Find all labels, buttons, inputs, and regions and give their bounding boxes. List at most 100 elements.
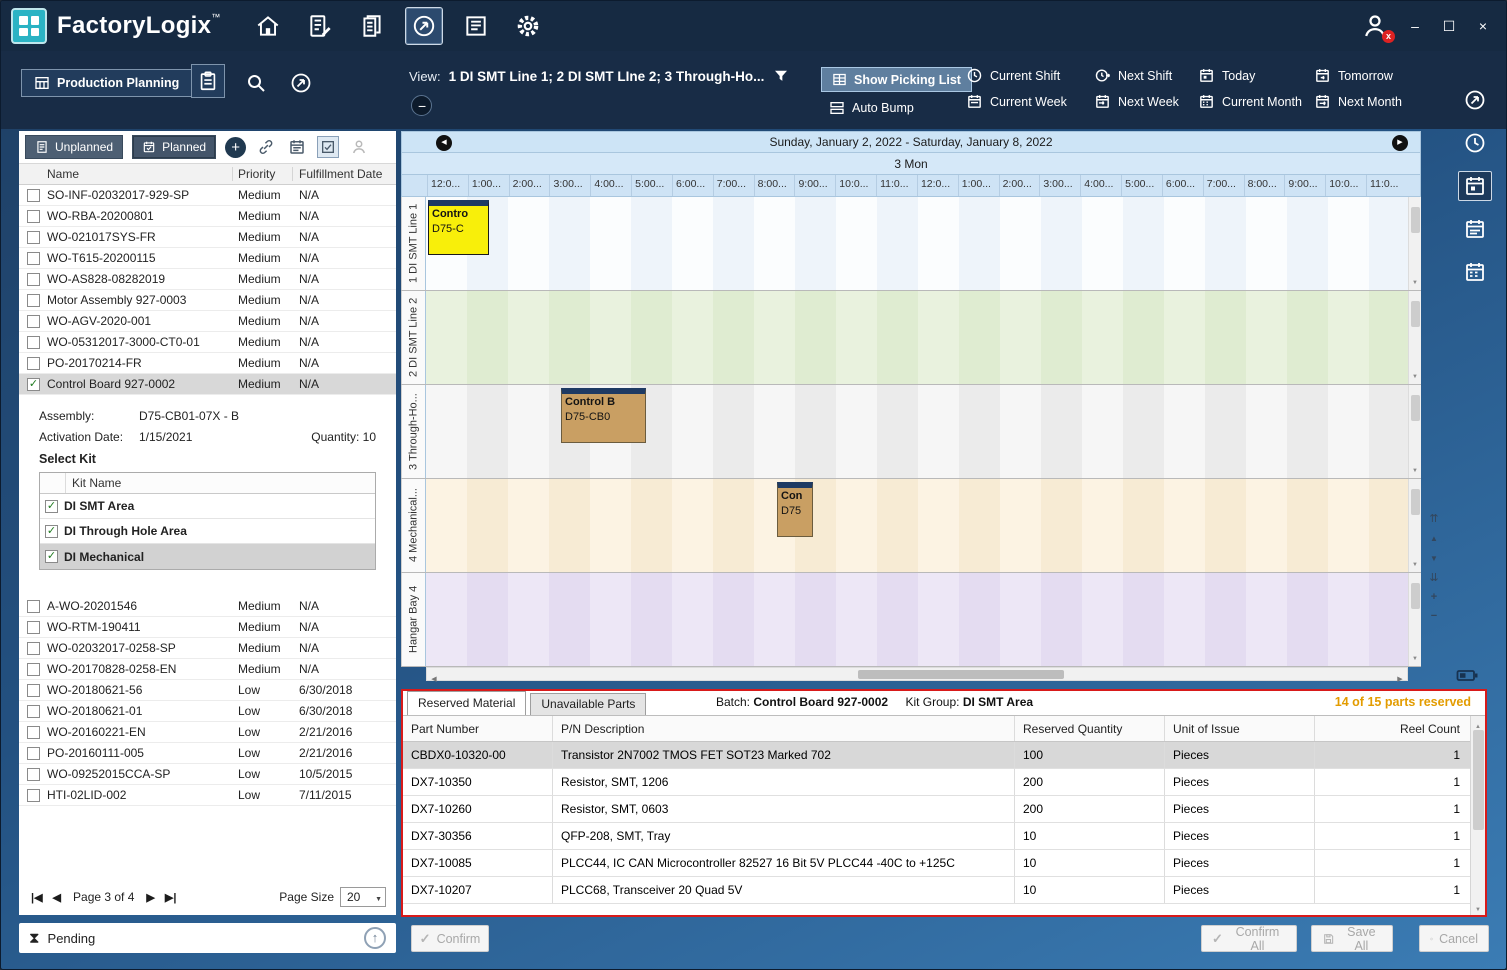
next-range-button[interactable]: ▶ xyxy=(1392,135,1408,151)
order-row[interactable]: WO-AS828-08282019MediumN/A xyxy=(19,269,396,290)
order-row[interactable]: WO-02032017-0258-SPMediumN/A xyxy=(19,638,396,659)
schedule-lane-smt1[interactable]: Contro D75-C xyxy=(426,197,1408,290)
order-checkbox[interactable] xyxy=(27,336,40,349)
page-size-select[interactable]: 20 xyxy=(340,887,386,907)
order-checkbox[interactable] xyxy=(27,621,40,634)
column-header-name[interactable]: Name xyxy=(19,167,233,181)
order-checkbox[interactable] xyxy=(27,357,40,370)
order-row[interactable]: WO-021017SYS-FRMediumN/A xyxy=(19,227,396,248)
save-all-button[interactable]: Save All xyxy=(1311,925,1393,952)
gantt-bar-selected[interactable]: Contro D75-C xyxy=(428,200,489,255)
column-header-part-number[interactable]: Part Number xyxy=(403,716,553,741)
order-checkbox[interactable] xyxy=(27,231,40,244)
order-checkbox[interactable] xyxy=(27,684,40,697)
order-row[interactable]: PO-20170214-FRMediumN/A xyxy=(19,353,396,374)
zoom-out-button[interactable]: − xyxy=(411,95,432,116)
locate-button[interactable] xyxy=(289,71,313,95)
scroll-thumb[interactable] xyxy=(858,670,1064,679)
order-row[interactable]: A-WO-20201546MediumN/A xyxy=(19,596,396,617)
scroll-down-icon[interactable] xyxy=(1471,900,1485,914)
navigator-nav-button[interactable] xyxy=(405,7,443,45)
assign-user-button[interactable] xyxy=(348,136,370,158)
scroll-thumb[interactable] xyxy=(1411,207,1420,233)
view-value[interactable]: 1 DI SMT Line 1; 2 DI SMT LIne 2; 3 Thro… xyxy=(449,69,765,84)
kit-checkbox-checked[interactable]: ✓ xyxy=(45,550,58,563)
lane-vertical-scrollbar[interactable] xyxy=(1408,197,1421,290)
scroll-up-icon[interactable] xyxy=(1471,717,1485,731)
kit-name-column-header[interactable]: Kit Name xyxy=(66,476,121,490)
scroll-down-icon[interactable] xyxy=(1409,271,1421,289)
production-planning-button[interactable]: Production Planning xyxy=(21,69,192,97)
order-row[interactable]: WO-RTM-190411MediumN/A xyxy=(19,617,396,638)
last-page-button[interactable]: ▶| xyxy=(163,891,179,904)
today-button[interactable]: Today xyxy=(1198,67,1314,84)
part-row[interactable]: DX7-10260 Resistor, SMT, 0603 200 Pieces… xyxy=(403,796,1470,823)
settings-nav-button[interactable] xyxy=(509,7,547,45)
user-account-button[interactable]: x xyxy=(1360,11,1390,41)
reports-nav-button[interactable] xyxy=(457,7,495,45)
confirm-all-button[interactable]: ✓ Confirm All xyxy=(1201,925,1297,952)
order-row[interactable]: PO-20160111-005Low2/21/2016 xyxy=(19,743,396,764)
scroll-thumb[interactable] xyxy=(1411,583,1420,609)
prev-range-button[interactable]: ◀ xyxy=(436,135,452,151)
week-view-button[interactable] xyxy=(1458,214,1492,244)
order-row[interactable]: WO-T615-20200115MediumN/A xyxy=(19,248,396,269)
close-button[interactable]: × xyxy=(1474,18,1492,34)
link-order-button[interactable] xyxy=(255,136,277,158)
order-row-selected[interactable]: ✓Control Board 927-0002MediumN/A xyxy=(19,374,396,395)
order-row[interactable]: WO-20180621-56Low6/30/2018 xyxy=(19,680,396,701)
goto-date-button[interactable] xyxy=(1458,85,1492,115)
order-checkbox[interactable] xyxy=(27,768,40,781)
order-checkbox[interactable] xyxy=(27,663,40,676)
kit-row[interactable]: ✓DI SMT Area xyxy=(40,494,375,519)
current-shift-button[interactable]: Current Shift xyxy=(966,67,1094,84)
order-row[interactable]: WO-AGV-2020-001MediumN/A xyxy=(19,311,396,332)
kit-checkbox-checked[interactable]: ✓ xyxy=(45,525,58,538)
order-checkbox-checked[interactable]: ✓ xyxy=(27,378,40,391)
confirm-button[interactable]: ✓ Confirm xyxy=(411,925,489,952)
scroll-up-icon[interactable] xyxy=(1430,532,1438,545)
tab-unplanned[interactable]: Unplanned xyxy=(25,135,123,159)
order-checkbox[interactable] xyxy=(27,252,40,265)
column-header-unit-of-issue[interactable]: Unit of Issue xyxy=(1165,716,1315,741)
documents-nav-button[interactable] xyxy=(353,7,391,45)
scroll-thumb[interactable] xyxy=(1411,395,1420,421)
order-checkbox[interactable] xyxy=(27,210,40,223)
cancel-button[interactable]: Cancel xyxy=(1419,925,1489,952)
column-header-description[interactable]: P/N Description xyxy=(553,716,1015,741)
tab-unavailable-parts[interactable]: Unavailable Parts xyxy=(530,693,646,715)
gantt-bar[interactable]: Con D75 xyxy=(777,482,813,537)
order-row[interactable]: WO-20180621-01Low6/30/2018 xyxy=(19,701,396,722)
current-week-button[interactable]: Current Week xyxy=(966,93,1094,110)
select-kit-button[interactable] xyxy=(317,136,339,158)
scroll-down-icon[interactable] xyxy=(1409,553,1421,571)
lane-vertical-scrollbar[interactable] xyxy=(1408,573,1421,666)
month-view-button[interactable] xyxy=(1458,257,1492,287)
tomorrow-button[interactable]: Tomorrow xyxy=(1314,67,1432,84)
auto-bump-button[interactable]: Auto Bump xyxy=(823,99,920,117)
order-checkbox[interactable] xyxy=(27,705,40,718)
next-week-button[interactable]: Next Week xyxy=(1094,93,1198,110)
collapse-panel-button[interactable]: ↑ xyxy=(364,927,386,949)
scroll-down-icon[interactable] xyxy=(1409,459,1421,477)
view-selector[interactable]: View: 1 DI SMT Line 1; 2 DI SMT LIne 2; … xyxy=(409,67,790,85)
scroll-down-icon[interactable] xyxy=(1430,552,1438,565)
lane-vertical-scrollbar[interactable] xyxy=(1408,291,1421,384)
worksheet-nav-button[interactable] xyxy=(301,7,339,45)
order-checkbox[interactable] xyxy=(27,315,40,328)
scroll-down-icon[interactable] xyxy=(1409,647,1421,665)
tab-planned[interactable]: Planned xyxy=(132,135,216,159)
order-row[interactable]: WO-09252015CCA-SPLow10/5/2015 xyxy=(19,764,396,785)
add-order-button[interactable]: + xyxy=(225,137,246,158)
kit-row[interactable]: ✓DI Through Hole Area xyxy=(40,519,375,544)
gantt-bar[interactable]: Control B D75-CB0 xyxy=(561,388,646,443)
next-shift-button[interactable]: Next Shift xyxy=(1094,67,1198,84)
parts-vertical-scrollbar[interactable] xyxy=(1470,716,1485,915)
maximize-button[interactable]: ☐ xyxy=(1440,18,1458,35)
scroll-thumb[interactable] xyxy=(1411,301,1420,327)
order-row[interactable]: WO-RBA-20200801MediumN/A xyxy=(19,206,396,227)
tab-reserved-material[interactable]: Reserved Material xyxy=(407,691,526,715)
order-checkbox[interactable] xyxy=(27,642,40,655)
order-row[interactable]: HTI-02LID-002Low7/11/2015 xyxy=(19,785,396,806)
part-row[interactable]: DX7-30356 QFP-208, SMT, Tray 10 Pieces 1 xyxy=(403,823,1470,850)
